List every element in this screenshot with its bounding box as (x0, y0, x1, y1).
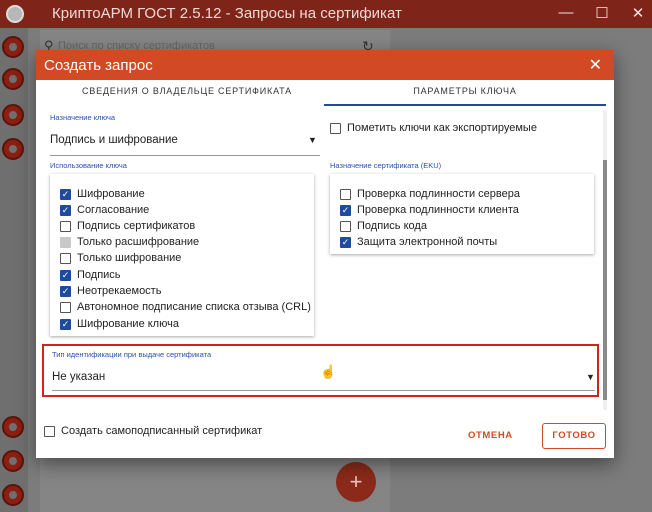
checkbox-unchecked-icon[interactable] (340, 220, 351, 232)
add-request-button[interactable]: + (336, 462, 376, 502)
create-request-dialog: Создать запрос ✕ СВЕДЕНИЯ О ВЛАДЕЛЬЦЕ СЕ… (36, 50, 614, 458)
key-usage-item-label: Автономное подписание списка отзыва (CRL… (77, 301, 311, 313)
key-usage-item[interactable]: ✓ Неотрекаемость (60, 283, 161, 299)
key-usage-item-label: Согласование (77, 204, 150, 216)
dialog-header: Создать запрос ✕ (36, 50, 614, 80)
checkbox-checked-icon[interactable]: ✓ (60, 269, 71, 281)
checkbox-unchecked-icon[interactable] (44, 425, 55, 437)
checkbox-checked-icon[interactable]: ✓ (60, 285, 71, 297)
sidebar-contacts-icon[interactable] (2, 138, 24, 160)
exportable-checkbox-box[interactable] (330, 122, 341, 134)
checkbox-checked-icon[interactable]: ✓ (340, 204, 351, 216)
key-usage-item-label: Подпись сертификатов (77, 220, 196, 232)
key-usage-item-label: Неотрекаемость (77, 285, 162, 297)
tab-owner-info[interactable]: СВЕДЕНИЯ О ВЛАДЕЛЬЦЕ СЕРТИФИКАТА (50, 80, 324, 106)
self-signed-label: Создать самоподписанный сертификат (61, 425, 263, 437)
exportable-keys-checkbox[interactable]: Пометить ключи как экспортируемые (330, 120, 537, 136)
window-close-button[interactable]: ✕ (626, 4, 650, 22)
key-usage-label: Использование ключа (50, 161, 127, 170)
eku-item[interactable]: Подпись кода (340, 218, 427, 234)
eku-card: Проверка подлинности сервера ✓ Проверка … (330, 174, 594, 254)
key-usage-card: ✓ Шифрование ✓ Согласование Подпись серт… (50, 174, 314, 336)
key-usage-item-label: Шифрование (77, 188, 145, 200)
key-usage-item[interactable]: Только шифрование (60, 250, 181, 266)
key-usage-item-label: Только расшифрование (77, 236, 200, 248)
sidebar-cloud-icon[interactable] (2, 416, 24, 438)
content-scrollbar[interactable] (603, 110, 607, 410)
eku-item[interactable]: ✓ Защита электронной почты (340, 234, 497, 250)
sidebar-sign-icon[interactable] (2, 36, 24, 58)
minimize-button[interactable]: — (554, 4, 578, 21)
sidebar-certificates-icon[interactable] (2, 104, 24, 126)
checkbox-disabled-icon (60, 236, 71, 248)
eku-item-label: Проверка подлинности клиента (357, 204, 519, 216)
identification-type-select[interactable]: Не указан (52, 371, 105, 383)
key-purpose-underline (50, 155, 320, 156)
dialog-title: Создать запрос (44, 57, 153, 74)
eku-item[interactable]: ✓ Проверка подлинности клиента (340, 202, 519, 218)
maximize-button[interactable]: ☐ (590, 4, 614, 22)
key-usage-item-label: Только шифрование (77, 252, 182, 264)
key-usage-item[interactable]: Автономное подписание списка отзыва (CRL… (60, 299, 311, 315)
key-usage-item[interactable]: ✓ Подпись (60, 267, 121, 283)
app-title: КриптоАРМ ГОСТ 2.5.12 - Запросы на серти… (52, 5, 402, 22)
dialog-close-button[interactable]: ✕ (589, 55, 602, 75)
app-logo-icon (6, 5, 24, 23)
key-usage-item[interactable]: Подпись сертификатов (60, 218, 195, 234)
eku-item[interactable]: Проверка подлинности сервера (340, 186, 520, 202)
eku-label: Назначение сертификата (EKU) (330, 161, 442, 170)
key-usage-item[interactable]: ✓ Шифрование (60, 186, 145, 202)
key-purpose-select[interactable]: Подпись и шифрование (50, 134, 178, 146)
checkbox-unchecked-icon[interactable] (340, 188, 351, 200)
eku-item-label: Защита электронной почты (357, 236, 498, 248)
key-purpose-dropdown-icon[interactable]: ▼ (308, 135, 317, 145)
app-titlebar: КриптоАРМ ГОСТ 2.5.12 - Запросы на серти… (0, 0, 652, 28)
sidebar-settings-icon[interactable] (2, 450, 24, 472)
exportable-label: Пометить ключи как экспортируемые (347, 122, 537, 134)
checkbox-checked-icon[interactable]: ✓ (340, 236, 351, 248)
key-usage-item-label: Шифрование ключа (77, 318, 179, 330)
scrollbar-thumb[interactable] (603, 160, 607, 400)
checkbox-checked-icon[interactable]: ✓ (60, 204, 71, 216)
checkbox-unchecked-icon[interactable] (60, 220, 71, 232)
sidebar (0, 28, 28, 512)
done-button[interactable]: ГОТОВО (542, 423, 606, 449)
checkbox-unchecked-icon[interactable] (60, 252, 71, 264)
self-signed-checkbox[interactable]: Создать самоподписанный сертификат (44, 425, 262, 437)
eku-item-label: Подпись кода (357, 220, 427, 232)
checkbox-checked-icon[interactable]: ✓ (60, 188, 71, 200)
key-usage-item: Только расшифрование (60, 234, 199, 250)
checkbox-unchecked-icon[interactable] (60, 301, 71, 313)
cancel-button[interactable]: ОТМЕНА (468, 430, 513, 441)
key-usage-item[interactable]: ✓ Согласование (60, 202, 149, 218)
checkbox-checked-icon[interactable]: ✓ (60, 318, 71, 330)
identification-type-label: Тип идентификации при выдаче сертификата (52, 350, 212, 359)
dialog-tabs: СВЕДЕНИЯ О ВЛАДЕЛЬЦЕ СЕРТИФИКАТА ПАРАМЕТ… (36, 80, 614, 106)
key-purpose-label: Назначение ключа (50, 113, 116, 122)
identification-type-underline (52, 390, 595, 391)
eku-item-label: Проверка подлинности сервера (357, 188, 520, 200)
key-usage-item-label: Подпись (77, 269, 121, 281)
sidebar-exit-icon[interactable] (2, 484, 24, 506)
identification-type-dropdown-icon[interactable]: ▼ (586, 372, 595, 382)
tab-key-parameters[interactable]: ПАРАМЕТРЫ КЛЮЧА (324, 80, 606, 106)
hand-cursor-icon: ☝ (320, 364, 337, 379)
key-usage-item[interactable]: ✓ Шифрование ключа (60, 316, 179, 332)
sidebar-documents-icon[interactable] (2, 68, 24, 90)
